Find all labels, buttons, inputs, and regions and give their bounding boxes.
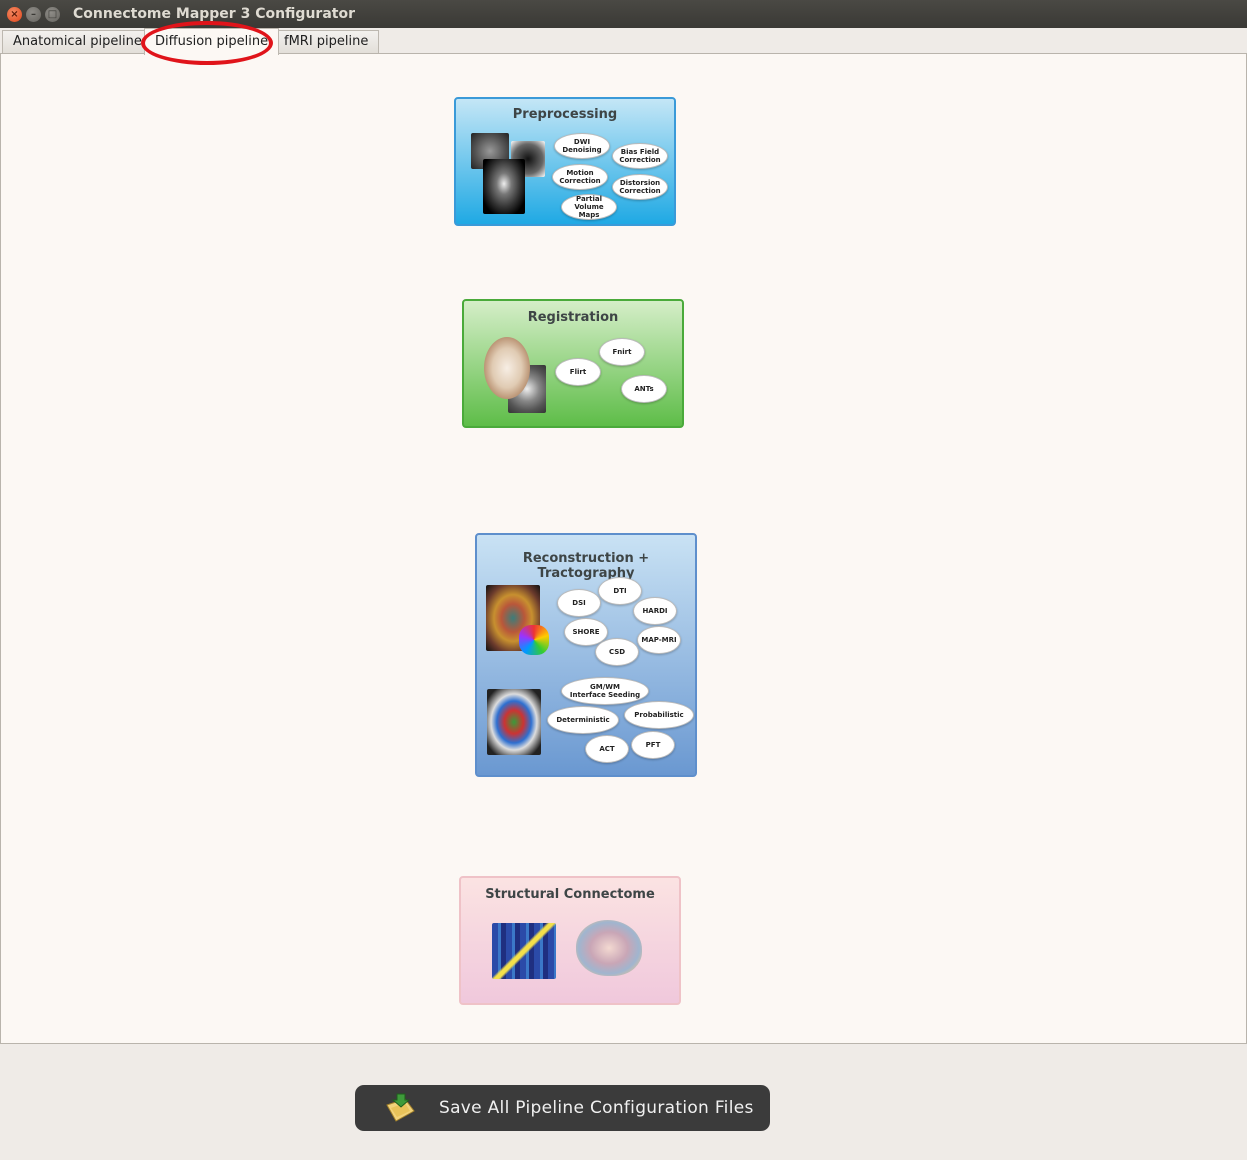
maximize-icon[interactable]: □ — [45, 7, 60, 22]
preprocessing-stage-button[interactable]: Preprocessing DWI Denoising Bias Field C… — [454, 97, 676, 226]
brain-anatomy-image — [484, 337, 530, 399]
bubble-ants: ANTs — [621, 375, 667, 403]
stage-title: Preprocessing — [512, 107, 618, 122]
tab-fmri-pipeline[interactable]: fMRI pipeline — [273, 30, 380, 54]
bubble-hardi: HARDI — [633, 597, 677, 625]
save-all-configuration-button[interactable]: Save All Pipeline Configuration Files — [355, 1085, 770, 1131]
bubble-dti: DTI — [598, 577, 642, 605]
highlight-annotation — [141, 21, 273, 65]
minimize-icon[interactable]: – — [26, 7, 41, 22]
odf-glyph-image — [519, 625, 549, 655]
structural-connectome-stage-button[interactable]: Structural Connectome — [459, 876, 681, 1005]
bubble-deterministic: Deterministic — [547, 706, 619, 734]
bubble-csd: CSD — [595, 638, 639, 666]
stage-title: Registration — [527, 310, 619, 325]
bubble-probabilistic: Probabilistic — [624, 701, 694, 729]
bubble-gm-wm-interface-seeding: GM/WM Interface Seeding — [561, 677, 649, 705]
bubble-pft: PFT — [631, 731, 675, 759]
bubble-bias-field-correction: Bias Field Correction — [612, 143, 668, 169]
tractography-image — [487, 689, 541, 755]
close-icon[interactable]: × — [7, 7, 22, 22]
bubble-dwi-denoising: DWI Denoising — [554, 133, 610, 159]
tab-anatomical-pipeline[interactable]: Anatomical pipeline — [2, 30, 153, 54]
bubble-act: ACT — [585, 735, 629, 763]
connectivity-matrix-image — [492, 923, 556, 979]
registration-stage-button[interactable]: Registration Fnirt Flirt ANTs — [462, 299, 684, 428]
reconstruction-tractography-stage-button[interactable]: Reconstruction + Tractography DTI DSI HA… — [475, 533, 697, 777]
window-title: Connectome Mapper 3 Configurator — [73, 6, 355, 22]
bubble-partial-volume-maps: Partial Volume Maps — [561, 194, 617, 220]
connectome-brain-image — [576, 920, 642, 976]
bubble-map-mri: MAP-MRI — [637, 626, 681, 654]
bubble-dsi: DSI — [557, 589, 601, 617]
dwi-brain-image — [483, 159, 525, 214]
bubble-motion-correction: Motion Correction — [552, 164, 608, 190]
save-button-label: Save All Pipeline Configuration Files — [439, 1098, 754, 1118]
bubble-flirt: Flirt — [555, 358, 601, 386]
stage-title: Structural Connectome — [485, 887, 655, 902]
stage-title: Reconstruction + Tractography — [522, 551, 650, 581]
bubble-fnirt: Fnirt — [599, 338, 645, 366]
bubble-distorsion-correction: Distorsion Correction — [612, 174, 668, 200]
save-config-icon — [386, 1093, 415, 1122]
